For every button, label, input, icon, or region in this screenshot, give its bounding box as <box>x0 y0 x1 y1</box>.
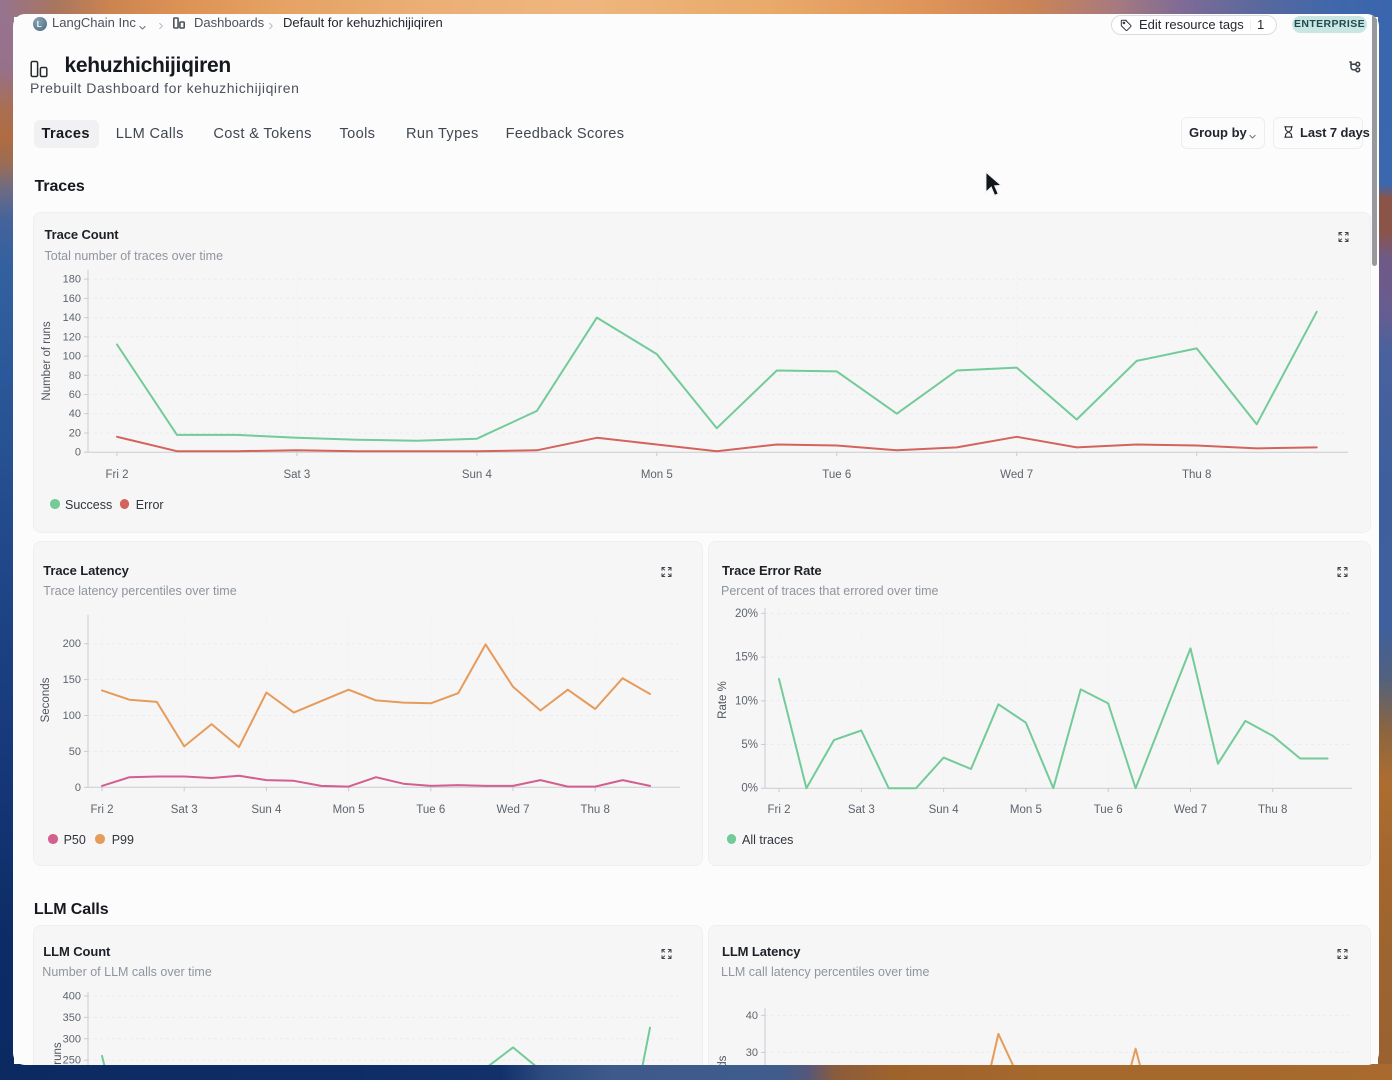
svg-text:80: 80 <box>69 370 81 382</box>
svg-text:300: 300 <box>63 1033 81 1045</box>
svg-text:100: 100 <box>63 351 81 363</box>
svg-text:0: 0 <box>75 782 81 794</box>
svg-text:150: 150 <box>63 674 81 686</box>
svg-text:Wed 7: Wed 7 <box>1000 469 1033 481</box>
svg-text:Sat 3: Sat 3 <box>283 469 310 481</box>
svg-text:Mon 5: Mon 5 <box>641 469 673 481</box>
svg-text:Thu 8: Thu 8 <box>1182 469 1211 481</box>
svg-text:Fri 2: Fri 2 <box>106 469 129 481</box>
svg-text:Mon 5: Mon 5 <box>1010 804 1042 816</box>
svg-text:120: 120 <box>63 331 81 343</box>
svg-text:200: 200 <box>63 638 81 650</box>
svg-text:Thu 8: Thu 8 <box>580 804 609 816</box>
svg-text:60: 60 <box>69 389 81 401</box>
svg-text:20%: 20% <box>735 608 758 620</box>
svg-text:140: 140 <box>63 312 81 324</box>
svg-text:0: 0 <box>75 447 81 459</box>
svg-text:40: 40 <box>69 408 81 420</box>
svg-text:Wed 7: Wed 7 <box>496 804 529 816</box>
svg-text:350: 350 <box>63 1012 81 1024</box>
svg-text:10%: 10% <box>735 695 758 707</box>
svg-text:Sun 4: Sun 4 <box>251 804 282 816</box>
svg-text:Mon 5: Mon 5 <box>333 804 365 816</box>
svg-text:5%: 5% <box>741 739 758 751</box>
svg-text:180: 180 <box>63 274 81 286</box>
svg-text:15%: 15% <box>735 652 758 664</box>
svg-text:100: 100 <box>63 710 81 722</box>
svg-text:Tue 6: Tue 6 <box>1094 804 1123 816</box>
svg-text:0%: 0% <box>741 783 758 795</box>
svg-text:Seconds: Seconds <box>717 1055 729 1065</box>
svg-text:Wed 7: Wed 7 <box>1174 804 1207 816</box>
svg-text:30: 30 <box>746 1047 758 1059</box>
svg-text:Sat 3: Sat 3 <box>848 804 875 816</box>
svg-text:Sat 3: Sat 3 <box>171 804 198 816</box>
svg-text:250: 250 <box>63 1055 81 1065</box>
svg-text:20: 20 <box>69 428 81 440</box>
svg-text:50: 50 <box>69 746 81 758</box>
svg-text:400: 400 <box>63 991 81 1003</box>
svg-text:Fri 2: Fri 2 <box>91 804 114 816</box>
svg-text:Thu 8: Thu 8 <box>1258 804 1287 816</box>
svg-text:Tue 6: Tue 6 <box>822 469 851 481</box>
svg-text:Sun 4: Sun 4 <box>929 804 960 816</box>
svg-text:Seconds: Seconds <box>40 677 52 722</box>
svg-text:160: 160 <box>63 293 81 305</box>
svg-text:Fri 2: Fri 2 <box>768 804 791 816</box>
svg-text:40: 40 <box>746 1010 758 1022</box>
svg-text:Number of runs: Number of runs <box>41 321 53 401</box>
svg-text:Tue 6: Tue 6 <box>416 804 445 816</box>
svg-text:Sun 4: Sun 4 <box>462 469 493 481</box>
svg-text:Rate %: Rate % <box>717 681 729 719</box>
svg-text:Number of runs: Number of runs <box>52 1042 64 1065</box>
